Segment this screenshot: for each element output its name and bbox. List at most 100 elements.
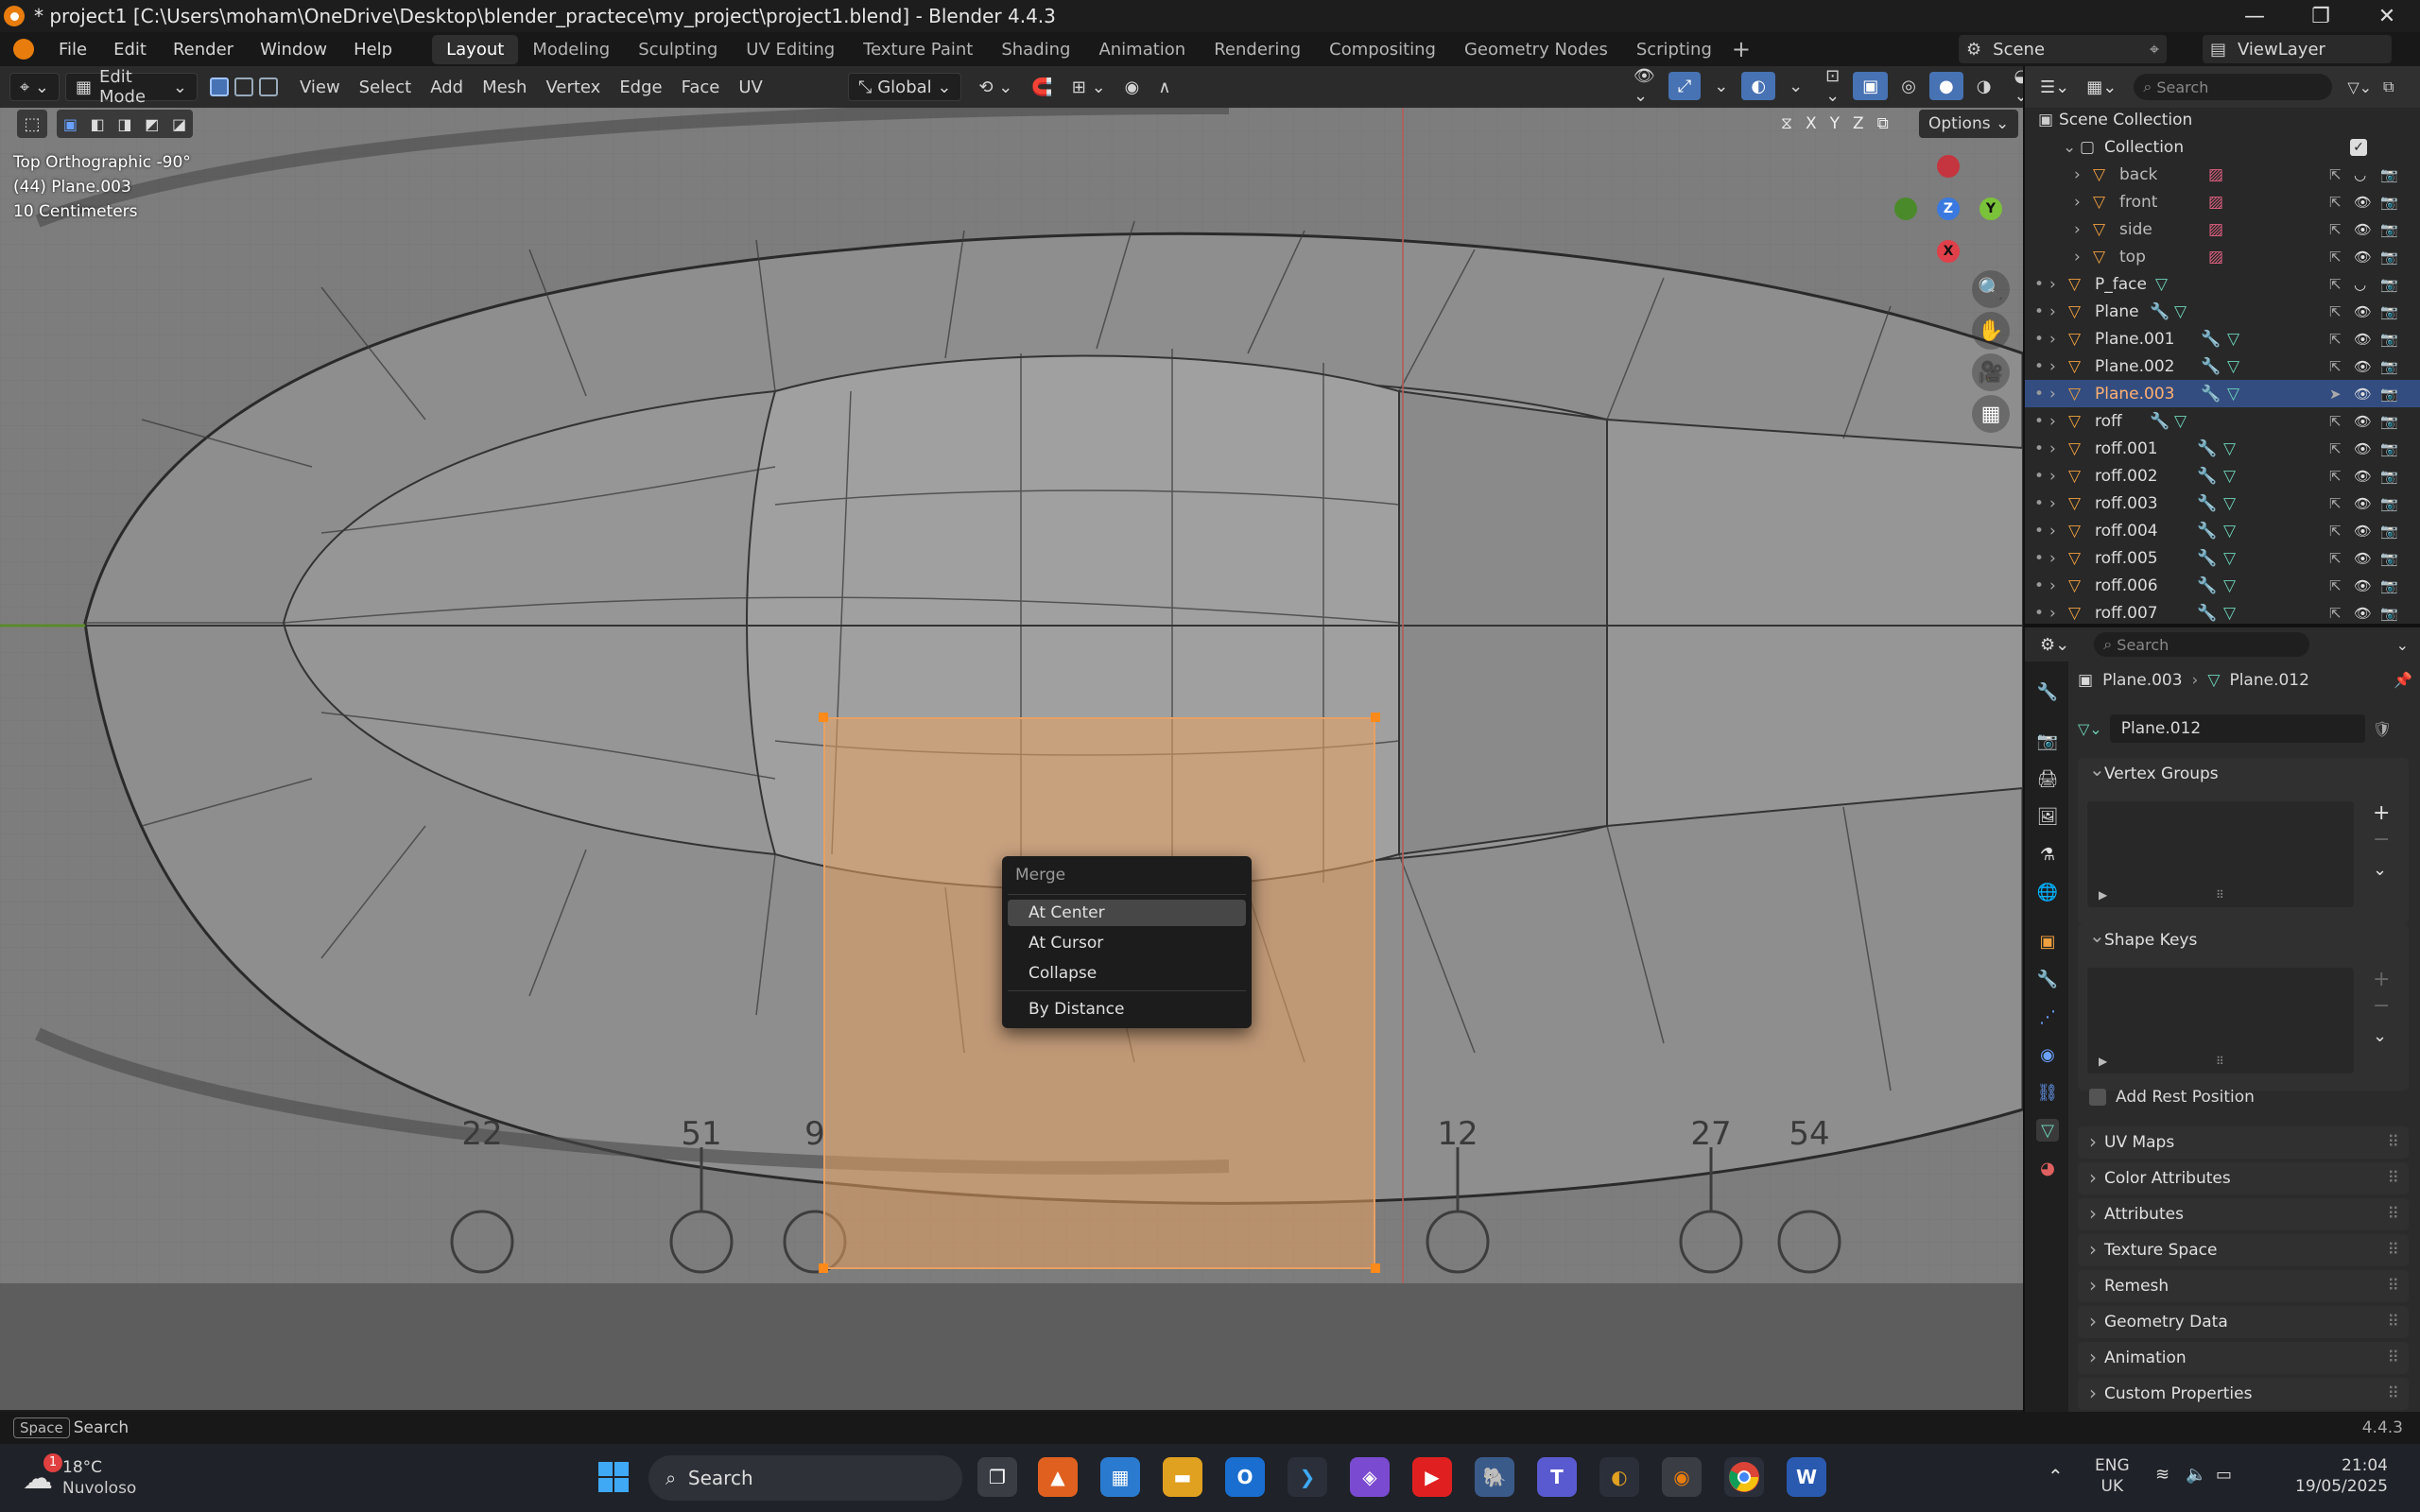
expand-icon[interactable]: › (2074, 248, 2081, 266)
selectable-icon[interactable]: ⇱ (2329, 249, 2342, 266)
mirror-extra-icon[interactable]: ⧉ (1877, 114, 1889, 133)
select-invert-icon[interactable]: ◩ (145, 115, 159, 133)
outliner-row[interactable]: • › ▽ roff.004 🔧 ▽ ⇱ 👁 📷 (2025, 517, 2420, 544)
animation-panel[interactable]: Animation ⠿ (2078, 1342, 2409, 1374)
color-attributes-panel[interactable]: Color Attributes ⠿ (2078, 1162, 2409, 1194)
mirror-y-toggle[interactable]: Y (1830, 114, 1840, 133)
gizmo-options-icon[interactable]: ⌄ (1704, 72, 1737, 100)
render-visibility-icon[interactable]: 📷 (2380, 605, 2398, 622)
outliner-row[interactable]: • › ▽ roff.002 🔧 ▽ ⇱ 👁 📷 (2025, 462, 2420, 490)
selectable-icon[interactable]: ⇱ (2329, 550, 2342, 567)
eye-visibility-icon[interactable]: 👁 (2354, 194, 2372, 211)
eye-visibility-icon[interactable]: 👁 (2354, 440, 2372, 457)
orientation-selector[interactable]: ⤡ Global ⌄ (847, 73, 962, 101)
xray-toggle-icon[interactable]: ▣ (1853, 72, 1889, 100)
render-visibility-icon[interactable]: 📷 (2380, 523, 2398, 540)
tab-uv-editing[interactable]: UV Editing (732, 35, 849, 64)
shape-keys-header[interactable]: Shape Keys (2078, 924, 2409, 956)
eye-visibility-icon[interactable]: 👁 (2354, 413, 2372, 430)
menu-add[interactable]: Add (421, 73, 473, 101)
tab-sculpting[interactable]: Sculpting (624, 35, 732, 64)
eye-visibility-icon[interactable]: 👁 (2354, 523, 2372, 540)
new-collection-icon[interactable]: ⧉ (2383, 77, 2394, 96)
expand-icon[interactable]: › (2074, 193, 2081, 212)
drag-handle-icon[interactable]: ⠿ (2388, 1241, 2399, 1260)
gizmo-neg-x-icon[interactable] (1937, 155, 1960, 178)
maximize-button[interactable]: ❐ (2288, 0, 2354, 32)
drag-handle-icon[interactable]: ⠿ (2388, 1169, 2399, 1188)
collapse-icon[interactable]: ⌄ (2063, 138, 2076, 157)
selectable-icon[interactable]: ⇱ (2329, 605, 2342, 622)
camera-view-icon[interactable]: 🎥 (1972, 353, 2010, 391)
eye-visibility-icon[interactable]: 👁 (2354, 386, 2372, 403)
menu-vertex[interactable]: Vertex (536, 73, 610, 101)
fake-user-icon[interactable]: 🛡 (2373, 720, 2392, 738)
mesh-browse-icon[interactable]: ▽⌄ (2078, 720, 2102, 738)
selectable-icon[interactable]: ⇱ (2329, 440, 2342, 457)
custom-properties-panel[interactable]: Custom Properties ⠿ (2078, 1378, 2409, 1410)
wireframe-shading-icon[interactable]: ◎ (1892, 72, 1926, 100)
add-shape-key-icon[interactable]: + (2373, 968, 2390, 991)
render-visibility-icon[interactable]: 📷 (2380, 577, 2398, 594)
scene-selector[interactable]: ⚙ Scene ⌖ (1959, 35, 2167, 63)
gizmo-neg-y-icon[interactable] (1894, 198, 1917, 220)
zoom-icon[interactable]: 🔍 (1972, 270, 2010, 308)
gizmo-y-icon[interactable]: Y (1979, 198, 2002, 220)
outliner-row-scene-collection[interactable]: ▣ Scene Collection (2025, 106, 2420, 133)
outliner-row[interactable]: • › ▽ roff.007 🔧 ▽ ⇱ 👁 📷 (2025, 599, 2420, 627)
menu-edge[interactable]: Edge (610, 73, 671, 101)
drag-handle-icon[interactable]: ⠿ (2388, 1277, 2399, 1296)
outliner-row[interactable]: • › ▽ Plane 🔧 ▽ ⇱ 👁 📷 (2025, 298, 2420, 325)
eye-visibility-icon[interactable]: 👁 (2354, 221, 2372, 238)
material-tab-icon[interactable]: ◕ (2036, 1157, 2059, 1179)
expand-icon[interactable]: › (2049, 467, 2056, 486)
remove-shape-key-icon[interactable]: − (2373, 994, 2390, 1018)
collection-checkbox[interactable]: ✓ (2350, 138, 2367, 156)
clock[interactable]: 21:04 19/05/2025 (2265, 1455, 2388, 1497)
eye-visibility-icon[interactable]: 👁 (2354, 468, 2372, 485)
render-visibility-icon[interactable]: 📷 (2380, 440, 2398, 457)
resize-grip-icon[interactable]: ⠿ (2216, 1055, 2224, 1068)
render-visibility-icon[interactable]: 📷 (2380, 550, 2398, 567)
shape-key-specials-icon[interactable]: ⌄ (2373, 1026, 2387, 1046)
outliner-row[interactable]: › ▽ front ▨ ⇱ 👁 📷 (2025, 188, 2420, 215)
proportional-edit-icon[interactable]: ◉ (1115, 73, 1150, 101)
material-shading-icon[interactable]: ◑ (1967, 72, 2001, 100)
render-visibility-icon[interactable]: 📷 (2380, 249, 2398, 266)
3d-viewport[interactable]: 22 51 9 12 27 54 ⬚ ▣ ◧ ◨ ◩ ◪ ⧖ X Y Z ⧉ O… (0, 108, 2023, 1283)
eye-visibility-icon[interactable]: 👁 (2354, 249, 2372, 266)
blender-menu-icon[interactable] (13, 39, 34, 60)
visibility-icon[interactable]: 👁 ⌄ (1624, 66, 1665, 106)
menu-edit[interactable]: Edit (100, 40, 160, 60)
scene-tab-icon[interactable]: ⚗ (2036, 843, 2059, 866)
face-select-icon[interactable] (258, 77, 278, 96)
task-view-icon[interactable]: ❐ (977, 1457, 1017, 1497)
expand-icon[interactable]: › (2049, 385, 2056, 404)
properties-options-icon[interactable]: ⌄ (2396, 636, 2409, 654)
tab-scripting[interactable]: Scripting (1622, 35, 1726, 64)
outliner-search-input[interactable]: ⌕ Search (2134, 74, 2333, 100)
pan-hand-icon[interactable]: ✋ (1972, 312, 2010, 350)
menu-uv[interactable]: UV (729, 73, 772, 101)
selectable-icon[interactable]: ⇱ (2329, 303, 2342, 320)
eye-visibility-icon[interactable]: 👁 (2354, 331, 2372, 348)
tab-texture-paint[interactable]: Texture Paint (849, 35, 987, 64)
add-rest-position-checkbox[interactable] (2089, 1089, 2106, 1106)
outliner-row[interactable]: • › ▽ roff.003 🔧 ▽ ⇱ 👁 📷 (2025, 490, 2420, 517)
render-visibility-icon[interactable]: 📷 (2380, 386, 2398, 403)
vscode-icon[interactable]: ❯ (1288, 1457, 1327, 1497)
selectable-icon[interactable]: ⇱ (2329, 276, 2342, 293)
merge-at-cursor[interactable]: At Cursor (1008, 930, 1246, 956)
vertex-groups-header[interactable]: Vertex Groups (2078, 758, 2409, 790)
resize-grip-icon[interactable]: ⠿ (2216, 888, 2224, 902)
snap-target-icon[interactable]: ⊞ ⌄ (1063, 73, 1115, 101)
selectable-icon[interactable]: ⇱ (2329, 413, 2342, 430)
render-visibility-icon[interactable]: 📷 (2380, 331, 2398, 348)
menu-render[interactable]: Render (160, 40, 247, 60)
battery-icon[interactable]: ▭ (2216, 1465, 2232, 1485)
postgresql-icon[interactable]: 🐘 (1475, 1457, 1514, 1497)
tab-animation[interactable]: Animation (1084, 35, 1200, 64)
tool-tab-icon[interactable]: 🔧 (2036, 680, 2059, 703)
close-window-button[interactable]: ✕ (2354, 0, 2420, 32)
render-visibility-icon[interactable]: 📷 (2380, 468, 2398, 485)
